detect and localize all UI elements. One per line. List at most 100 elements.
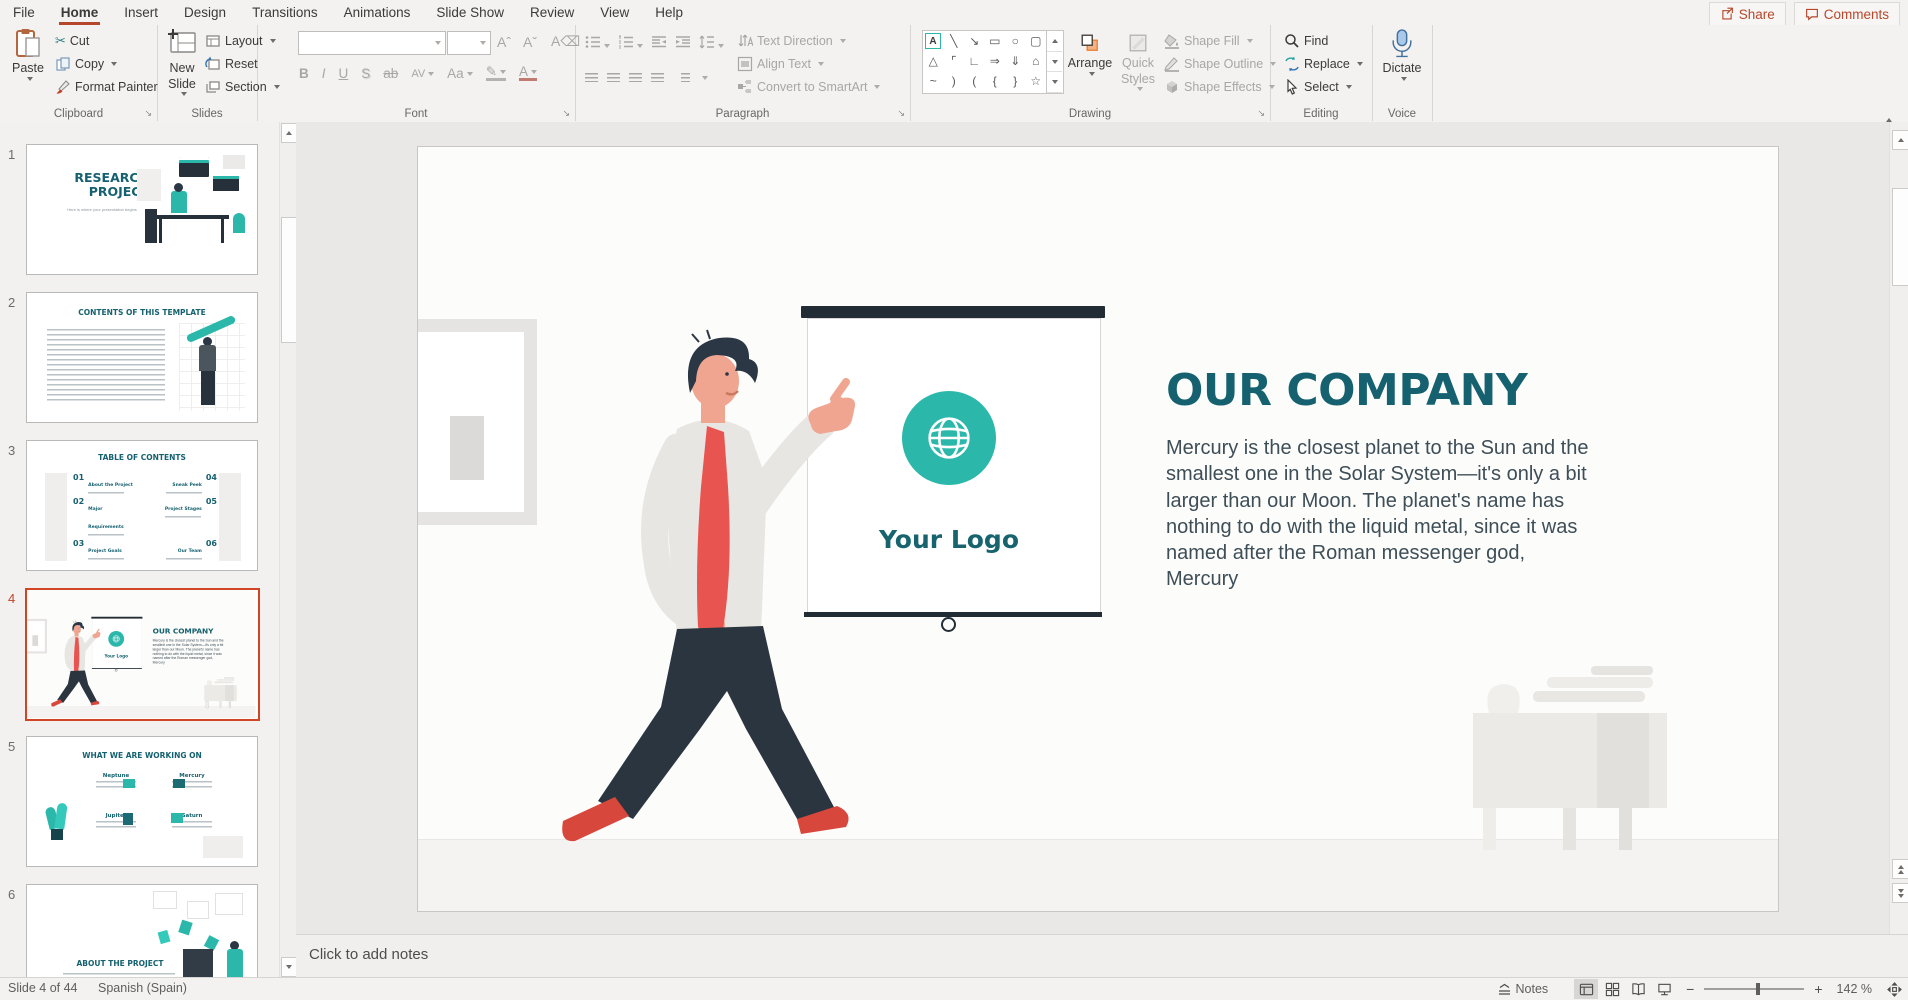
reset-button[interactable]: Reset — [205, 53, 258, 74]
drawing-dialog-launcher[interactable]: ↘ — [1257, 108, 1265, 119]
find-button[interactable]: Find — [1284, 30, 1328, 51]
shape-gallery-down[interactable] — [1047, 52, 1062, 73]
shape-fill-button[interactable]: Shape Fill — [1164, 30, 1253, 51]
notes-pane[interactable]: Click to add notes — [296, 934, 1908, 978]
slide-body-text[interactable]: Mercury is the closest planet to the Sun… — [1166, 435, 1666, 593]
down-arrow-shape[interactable]: ⇓ — [1005, 51, 1026, 71]
slide-thumbnail-1[interactable]: RESEARCH PROJECT Here is where your pres… — [26, 144, 258, 275]
menu-tab-review[interactable]: Review — [517, 0, 587, 25]
slide-thumbnail-4-selected[interactable]: Your Logo OUR COMPANY Mercury is the clo… — [25, 588, 260, 721]
rectangle-shape[interactable]: ▭ — [985, 31, 1006, 51]
shape-effects-button[interactable]: Shape Effects — [1164, 76, 1275, 97]
shrink-font-button[interactable]: Aˇ — [523, 31, 537, 52]
text-direction-button[interactable]: Text Direction — [737, 30, 846, 51]
left-brace-shape[interactable]: { — [985, 71, 1006, 91]
zoom-out-button[interactable]: − — [1686, 981, 1694, 997]
arrow-line-shape[interactable]: ↘ — [964, 31, 985, 51]
format-painter-button[interactable]: Format Painter — [55, 76, 158, 97]
slide-thumbnail-2[interactable]: CONTENTS OF THIS TEMPLATE — [26, 292, 258, 423]
zoom-in-button[interactable]: + — [1814, 981, 1822, 997]
cut-button[interactable]: ✂ Cut — [55, 30, 89, 51]
slide-canvas[interactable]: Your Logo OUR COMPANY Mercury is the clo… — [417, 146, 1779, 912]
language-indicator[interactable]: Spanish (Spain) — [98, 981, 187, 995]
line-shape[interactable]: ╲ — [944, 31, 965, 51]
menu-tab-insert[interactable]: Insert — [111, 0, 171, 25]
menu-tab-view[interactable]: View — [587, 0, 642, 25]
share-button[interactable]: Share — [1708, 2, 1786, 26]
columns-button[interactable] — [681, 73, 690, 82]
menu-tab-slideshow[interactable]: Slide Show — [423, 0, 517, 25]
justify-button[interactable] — [651, 73, 664, 82]
line-spacing-button[interactable] — [699, 35, 724, 52]
star-shape[interactable]: ☆ — [1026, 71, 1047, 91]
slideshow-view-button[interactable] — [1652, 979, 1676, 999]
copy-button[interactable]: Copy — [55, 53, 118, 74]
align-center-button[interactable] — [607, 73, 620, 82]
arrange-button[interactable]: Arrange — [1066, 33, 1114, 76]
paragraph-dialog-launcher[interactable]: ↘ — [897, 108, 905, 119]
grow-font-button[interactable]: Aˆ — [497, 31, 511, 52]
elbow-connector-shape[interactable]: ⌜ — [944, 51, 965, 71]
shape-gallery[interactable]: A ╲ ↘ ▭ ○ ▢ △ ⌜ ∟ ⇒ ⇓ ⌂ ~ ) ( { } ☆ — [922, 30, 1064, 94]
bold-button[interactable]: B — [299, 66, 309, 81]
change-case-button[interactable]: Aa — [447, 66, 473, 81]
logo-placeholder-text[interactable]: Your Logo — [849, 525, 1049, 554]
projector-screen-top-bar[interactable] — [801, 306, 1105, 318]
replace-button[interactable]: Replace — [1284, 53, 1363, 74]
elbow-arrow-shape[interactable]: ∟ — [964, 51, 985, 71]
slide-sorter-view-button[interactable] — [1600, 979, 1624, 999]
font-dialog-launcher[interactable]: ↘ — [562, 108, 570, 119]
zoom-slider-thumb[interactable] — [1756, 983, 1761, 995]
fit-slide-button[interactable] — [1882, 979, 1906, 999]
textbox-shape[interactable]: A — [925, 33, 941, 49]
text-highlight-button[interactable]: ✎ — [485, 65, 506, 81]
slide-thumbnail-6[interactable]: ABOUT THE PROJECT — [26, 884, 258, 978]
zoom-level[interactable]: 142 % — [1837, 982, 1872, 996]
shape-outline-button[interactable]: Shape Outline — [1164, 53, 1277, 74]
next-slide-button[interactable] — [1892, 883, 1908, 903]
comments-button[interactable]: Comments — [1793, 2, 1900, 26]
right-brace-shape[interactable]: } — [1005, 71, 1026, 91]
clipboard-dialog-launcher[interactable]: ↘ — [144, 108, 152, 119]
thumbnail-scrollbar[interactable] — [279, 122, 296, 978]
menu-tab-help[interactable]: Help — [642, 0, 696, 25]
previous-slide-button[interactable] — [1892, 859, 1908, 879]
slide-thumbnail-3[interactable]: TABLE OF CONTENTS 01 About the Project 02… — [26, 440, 258, 571]
font-color-button[interactable]: A — [519, 65, 538, 81]
strikethrough-button[interactable]: ab — [383, 66, 398, 81]
menu-tab-design[interactable]: Design — [171, 0, 239, 25]
thumbnail-scroll-up[interactable] — [281, 123, 296, 143]
collapse-ribbon-button[interactable] — [1886, 101, 1892, 122]
align-text-button[interactable]: Align Text — [737, 53, 824, 74]
new-slide-button[interactable]: New Slide — [161, 28, 203, 97]
right-arrow-shape[interactable]: ⇒ — [985, 51, 1006, 71]
slide-thumbnail-5[interactable]: WHAT WE ARE WORKING ON Neptune Mercury J… — [26, 736, 258, 867]
decrease-indent-button[interactable] — [651, 35, 667, 52]
bullets-button[interactable] — [585, 35, 610, 52]
main-scroll-up[interactable] — [1892, 130, 1908, 150]
notes-toggle-button[interactable]: Notes — [1497, 982, 1548, 997]
quick-styles-button[interactable]: Quick Styles — [1116, 33, 1160, 92]
increase-indent-button[interactable] — [675, 35, 691, 52]
arc-shape[interactable]: ) — [944, 71, 965, 91]
logo-circle[interactable] — [902, 391, 996, 485]
shape-gallery-up[interactable] — [1047, 31, 1062, 52]
text-shadow-button[interactable]: S — [361, 66, 370, 81]
menu-tab-home[interactable]: Home — [48, 0, 112, 25]
align-right-button[interactable] — [629, 73, 642, 82]
wall-picture-frame[interactable] — [418, 319, 537, 525]
italic-button[interactable]: I — [322, 66, 326, 81]
convert-to-smartart-button[interactable]: Convert to SmartArt — [737, 76, 881, 97]
pentagon-shape[interactable]: ⌂ — [1026, 51, 1047, 71]
rounded-rectangle-shape[interactable]: ▢ — [1026, 31, 1047, 51]
main-scroll-thumb[interactable] — [1892, 188, 1908, 286]
triangle-shape[interactable]: △ — [923, 51, 944, 71]
character-spacing-button[interactable]: AV — [411, 68, 435, 80]
oval-shape[interactable]: ○ — [1005, 31, 1026, 51]
underline-button[interactable]: U — [339, 66, 349, 81]
menu-tab-file[interactable]: File — [0, 0, 48, 25]
paste-button[interactable]: Paste — [6, 28, 50, 81]
main-scrollbar[interactable] — [1889, 122, 1908, 935]
curve-shape[interactable]: ( — [964, 71, 985, 91]
reading-view-button[interactable] — [1626, 979, 1650, 999]
